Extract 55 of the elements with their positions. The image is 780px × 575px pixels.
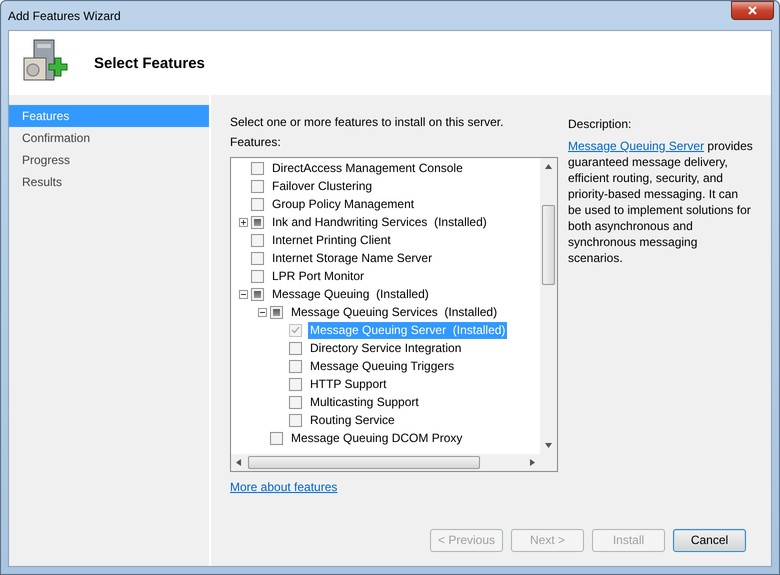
checkbox[interactable]	[270, 432, 283, 444]
scroll-thumb[interactable]	[542, 205, 555, 285]
checkbox[interactable]	[251, 234, 264, 246]
feature-item[interactable]: LPR Port Monitor	[270, 268, 366, 284]
checkbox[interactable]	[251, 270, 264, 282]
checkbox[interactable]	[289, 414, 302, 426]
scroll-thumb[interactable]	[248, 456, 480, 469]
scroll-up-icon[interactable]	[545, 163, 552, 170]
close-icon	[748, 6, 757, 14]
collapse-icon[interactable]	[239, 290, 248, 298]
checkbox[interactable]	[289, 360, 302, 372]
scroll-left-icon[interactable]	[235, 459, 242, 466]
checkbox[interactable]	[289, 396, 302, 408]
wizard-button[interactable]: Cancel	[673, 528, 746, 552]
checkbox[interactable]	[289, 378, 302, 390]
sidebar-item[interactable]: Progress	[9, 149, 209, 171]
checkbox[interactable]	[270, 306, 283, 318]
expand-icon[interactable]	[239, 218, 248, 226]
feature-item[interactable]: Message Queuing Triggers	[308, 358, 456, 374]
feature-item[interactable]: HTTP Support	[308, 376, 388, 392]
feature-item[interactable]: Message Queuing Services (Installed)	[289, 304, 500, 320]
sidebar-item[interactable]: Results	[9, 171, 209, 193]
checkbox[interactable]	[289, 342, 302, 354]
feature-item[interactable]: Group Policy Management	[270, 196, 416, 212]
scroll-down-icon[interactable]	[545, 442, 552, 449]
collapse-icon[interactable]	[258, 308, 267, 316]
close-button[interactable]	[731, 1, 774, 20]
description-text: Message Queuing Server provides guaranteed message delivery, efficient routing, security, and priority-based messaging. It can be used to implement solutions for both asynchronous and synchronous messaging scenarios.	[568, 138, 753, 266]
checkbox[interactable]	[251, 216, 264, 228]
checkbox[interactable]	[251, 180, 264, 192]
page-title: Select Features	[94, 54, 205, 72]
horizontal-scrollbar[interactable]	[231, 454, 557, 471]
feature-item[interactable]: Directory Service Integration	[308, 340, 464, 356]
scroll-right-icon[interactable]	[529, 459, 536, 466]
window-title: Add Features Wizard	[8, 8, 121, 22]
more-features-link[interactable]: More about features	[230, 480, 338, 494]
feature-link[interactable]: Message Queuing Server	[568, 139, 704, 153]
description-heading: Description:	[568, 116, 632, 132]
feature-item[interactable]: Message Queuing DCOM Proxy	[289, 430, 464, 446]
feature-item[interactable]: Ink and Handwriting Services (Installed)	[270, 214, 489, 230]
sidebar-item[interactable]: Confirmation	[9, 127, 209, 149]
checkbox[interactable]	[251, 252, 264, 264]
feature-item[interactable]: Multicasting Support	[308, 394, 421, 410]
feature-item[interactable]: Internet Printing Client	[270, 232, 393, 248]
instruction-text: Select one or more features to install on this server.	[230, 114, 504, 130]
checkbox[interactable]	[251, 198, 264, 210]
checkbox[interactable]	[251, 288, 264, 300]
vertical-scrollbar[interactable]	[540, 158, 557, 454]
feature-item[interactable]: DirectAccess Management Console	[270, 160, 465, 176]
feature-item[interactable]: Message Queuing (Installed)	[270, 286, 431, 302]
checkbox[interactable]	[251, 162, 264, 174]
features-label: Features:	[230, 134, 282, 150]
feature-item[interactable]: Failover Clustering	[270, 178, 374, 194]
feature-item[interactable]: Routing Service	[308, 412, 397, 428]
feature-item[interactable]: Internet Storage Name Server	[270, 250, 434, 266]
